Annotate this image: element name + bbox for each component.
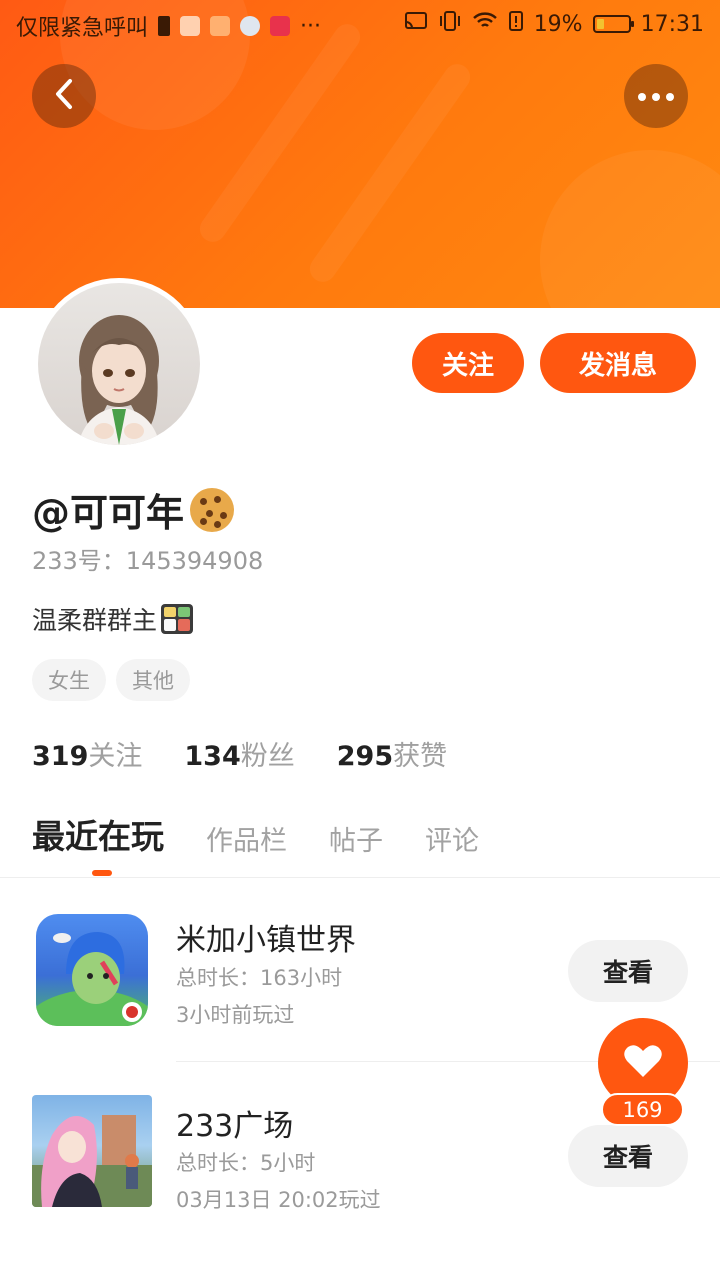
tag-other: 其他 bbox=[116, 659, 190, 701]
stats-row: 319关注 134粉丝 295获赞 bbox=[32, 734, 447, 773]
tab-posts[interactable]: 帖子 bbox=[329, 819, 383, 858]
app-notification-icon bbox=[180, 16, 201, 36]
vibrate-icon bbox=[438, 10, 462, 38]
bento-box-icon bbox=[161, 604, 194, 634]
heart-icon bbox=[623, 1043, 663, 1083]
bio-row: 温柔群群主 bbox=[32, 601, 194, 637]
stat-likes: 295获赞 bbox=[337, 734, 447, 773]
game-icon bbox=[36, 914, 148, 1026]
game-name: 233广场 bbox=[176, 1109, 294, 1144]
tab-works[interactable]: 作品栏 bbox=[206, 819, 287, 858]
more-notifications: ··· bbox=[300, 13, 321, 39]
more-horizontal-icon bbox=[636, 87, 676, 106]
battery-alert-icon bbox=[158, 16, 171, 36]
tab-comments[interactable]: 评论 bbox=[425, 819, 479, 858]
active-tab-indicator bbox=[92, 870, 112, 876]
browser-app-icon bbox=[240, 16, 261, 36]
back-button[interactable] bbox=[32, 64, 96, 128]
battery-percent: 19% bbox=[533, 11, 583, 37]
stat-following[interactable]: 319关注 bbox=[32, 734, 142, 773]
banner-decoration bbox=[540, 150, 720, 308]
follow-button[interactable]: 关注 bbox=[412, 333, 524, 393]
chevron-left-icon bbox=[53, 77, 75, 115]
game-icon bbox=[32, 1095, 152, 1207]
video-app-icon bbox=[210, 16, 231, 36]
game-duration: 总时长：163小时 bbox=[176, 966, 343, 990]
stat-likes-label: 获赞 bbox=[393, 741, 448, 772]
username-row: @可可年 bbox=[32, 482, 235, 537]
music-app-icon bbox=[270, 16, 291, 36]
cast-icon bbox=[404, 11, 428, 37]
stat-following-count: 319 bbox=[32, 741, 89, 772]
carrier-text: 仅限紧急呼叫 bbox=[16, 16, 149, 41]
status-bar: 仅限紧急呼叫 ··· 19% 17:31 bbox=[0, 0, 720, 50]
tag-list: 女生 其他 bbox=[32, 659, 190, 701]
stat-following-label: 关注 bbox=[88, 741, 143, 772]
username: @可可年 bbox=[32, 491, 185, 535]
banner-decoration bbox=[304, 59, 476, 287]
user-id: 233号：145394908 bbox=[32, 547, 264, 575]
more-options-button[interactable] bbox=[624, 64, 688, 128]
cookie-icon bbox=[190, 487, 235, 532]
like-count: 169 bbox=[601, 1093, 684, 1126]
avatar[interactable] bbox=[33, 278, 205, 450]
tab-recently-played[interactable]: 最近在玩 bbox=[32, 810, 164, 858]
profile-tabs: 最近在玩 作品栏 帖子 评论 bbox=[32, 810, 521, 858]
game-last-played: 3小时前玩过 bbox=[176, 1003, 295, 1027]
tag-gender: 女生 bbox=[32, 659, 106, 701]
wifi-icon bbox=[472, 11, 498, 37]
avatar-image bbox=[38, 283, 200, 445]
clock: 17:31 bbox=[640, 11, 704, 37]
game-duration: 总时长：5小时 bbox=[176, 1151, 316, 1175]
battery-warning-icon bbox=[508, 10, 524, 38]
battery-icon bbox=[592, 15, 634, 33]
view-button[interactable]: 查看 bbox=[568, 940, 688, 1002]
game-name: 米加小镇世界 bbox=[176, 923, 356, 958]
bio-text: 温柔群群主 bbox=[32, 606, 158, 635]
view-button[interactable]: 查看 bbox=[568, 1125, 688, 1187]
send-message-button[interactable]: 发消息 bbox=[540, 333, 696, 393]
stat-likes-count: 295 bbox=[336, 741, 394, 772]
divider bbox=[0, 877, 720, 878]
stat-fans-count: 134 bbox=[184, 741, 241, 772]
stat-fans-label: 粉丝 bbox=[240, 741, 295, 772]
game-last-played: 03月13日 20:02玩过 bbox=[176, 1188, 381, 1212]
stat-fans[interactable]: 134粉丝 bbox=[184, 734, 294, 773]
